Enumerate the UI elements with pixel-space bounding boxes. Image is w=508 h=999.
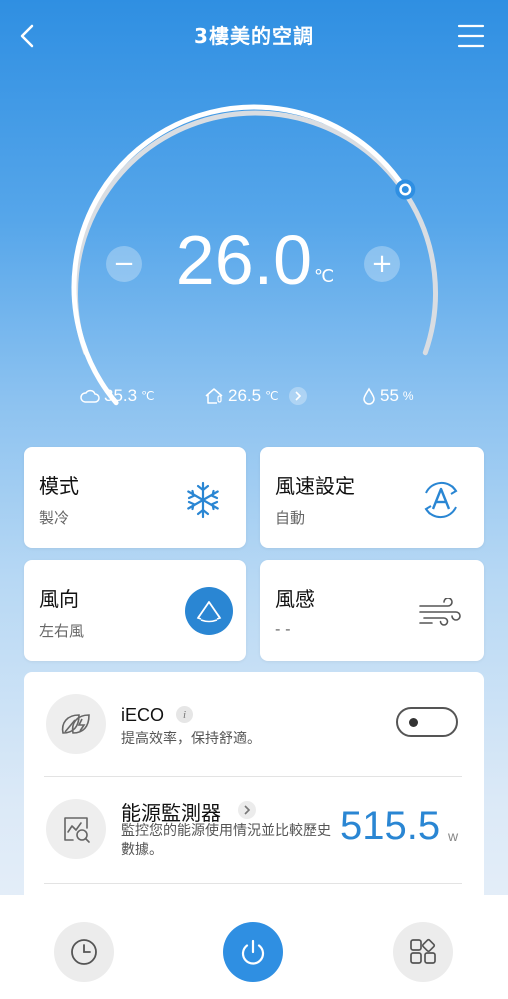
- indoor-detail-chevron-icon[interactable]: [288, 387, 307, 405]
- toggle-knob: [409, 718, 418, 727]
- divider: [44, 883, 462, 884]
- air-direction-card[interactable]: 風向 左右風: [24, 560, 246, 661]
- divider: [44, 776, 462, 777]
- clock-icon: [71, 939, 97, 965]
- fan-speed-card[interactable]: 風速設定 自動: [260, 447, 484, 548]
- info-icon-label: i: [182, 708, 187, 721]
- temperature-readout: 26.0 ℃: [150, 220, 360, 300]
- indoor-temperature[interactable]: 26.5 ℃: [204, 386, 307, 406]
- power-icon: [241, 939, 265, 965]
- home-thermometer-icon: [205, 388, 223, 404]
- droplet-icon: [363, 387, 375, 405]
- wind-icon: [416, 588, 466, 638]
- eco-title: iECO: [121, 705, 165, 725]
- cloud-icon: [80, 389, 100, 403]
- energy-monitor-description: 監控您的能源使用情況並比較歷史數據。: [121, 823, 331, 858]
- temperature-dial[interactable]: [0, 0, 508, 420]
- more-functions-button[interactable]: [393, 922, 453, 982]
- mode-card[interactable]: 模式 製冷: [24, 447, 246, 548]
- power-button[interactable]: [223, 922, 283, 982]
- power-usage-value: 515.5: [340, 804, 441, 848]
- power-usage-unit: w: [448, 828, 459, 844]
- swing-left-right-icon: [184, 586, 234, 636]
- humidity-value: 55: [380, 386, 399, 405]
- wind-feel-value: - -: [275, 620, 291, 638]
- humidity-unit: %: [402, 389, 414, 403]
- minus-icon: −: [113, 249, 135, 279]
- chevron-right-icon[interactable]: [238, 801, 256, 819]
- auto-fan-icon: [416, 475, 466, 525]
- outdoor-temp-value: 35.3: [104, 386, 138, 405]
- indoor-temp-unit: ℃: [265, 389, 279, 403]
- eco-description: 提高效率，保持舒適。: [121, 731, 261, 747]
- apps-grid-icon: [410, 938, 436, 964]
- eco-toggle[interactable]: [396, 707, 458, 737]
- humidity: 55%: [362, 386, 414, 406]
- outdoor-temperature: 35.3 ℃: [80, 386, 155, 406]
- decrease-temperature-button[interactable]: −: [106, 246, 142, 282]
- snowflake-icon: [178, 475, 228, 525]
- fan-speed-value: 自動: [275, 509, 306, 527]
- timer-button[interactable]: [54, 922, 114, 982]
- mode-value: 製冷: [39, 509, 70, 527]
- indoor-temp-value: 26.5: [228, 386, 262, 405]
- info-icon[interactable]: i: [176, 706, 193, 723]
- eco-leaf-icon: [46, 694, 106, 754]
- air-direction-value: 左右風: [39, 622, 85, 640]
- outdoor-temp-unit: ℃: [141, 389, 155, 403]
- plus-icon: +: [371, 249, 393, 279]
- mode-label: 模式: [39, 474, 79, 498]
- wind-feel-card[interactable]: 風感 - -: [260, 560, 484, 661]
- temperature-value: 26.0: [175, 221, 313, 299]
- increase-temperature-button[interactable]: +: [364, 246, 400, 282]
- energy-monitor-icon: [46, 799, 106, 859]
- fan-speed-label: 風速設定: [275, 474, 355, 498]
- air-direction-label: 風向: [39, 587, 79, 611]
- temperature-unit: ℃: [314, 266, 335, 286]
- wind-feel-label: 風感: [275, 587, 315, 611]
